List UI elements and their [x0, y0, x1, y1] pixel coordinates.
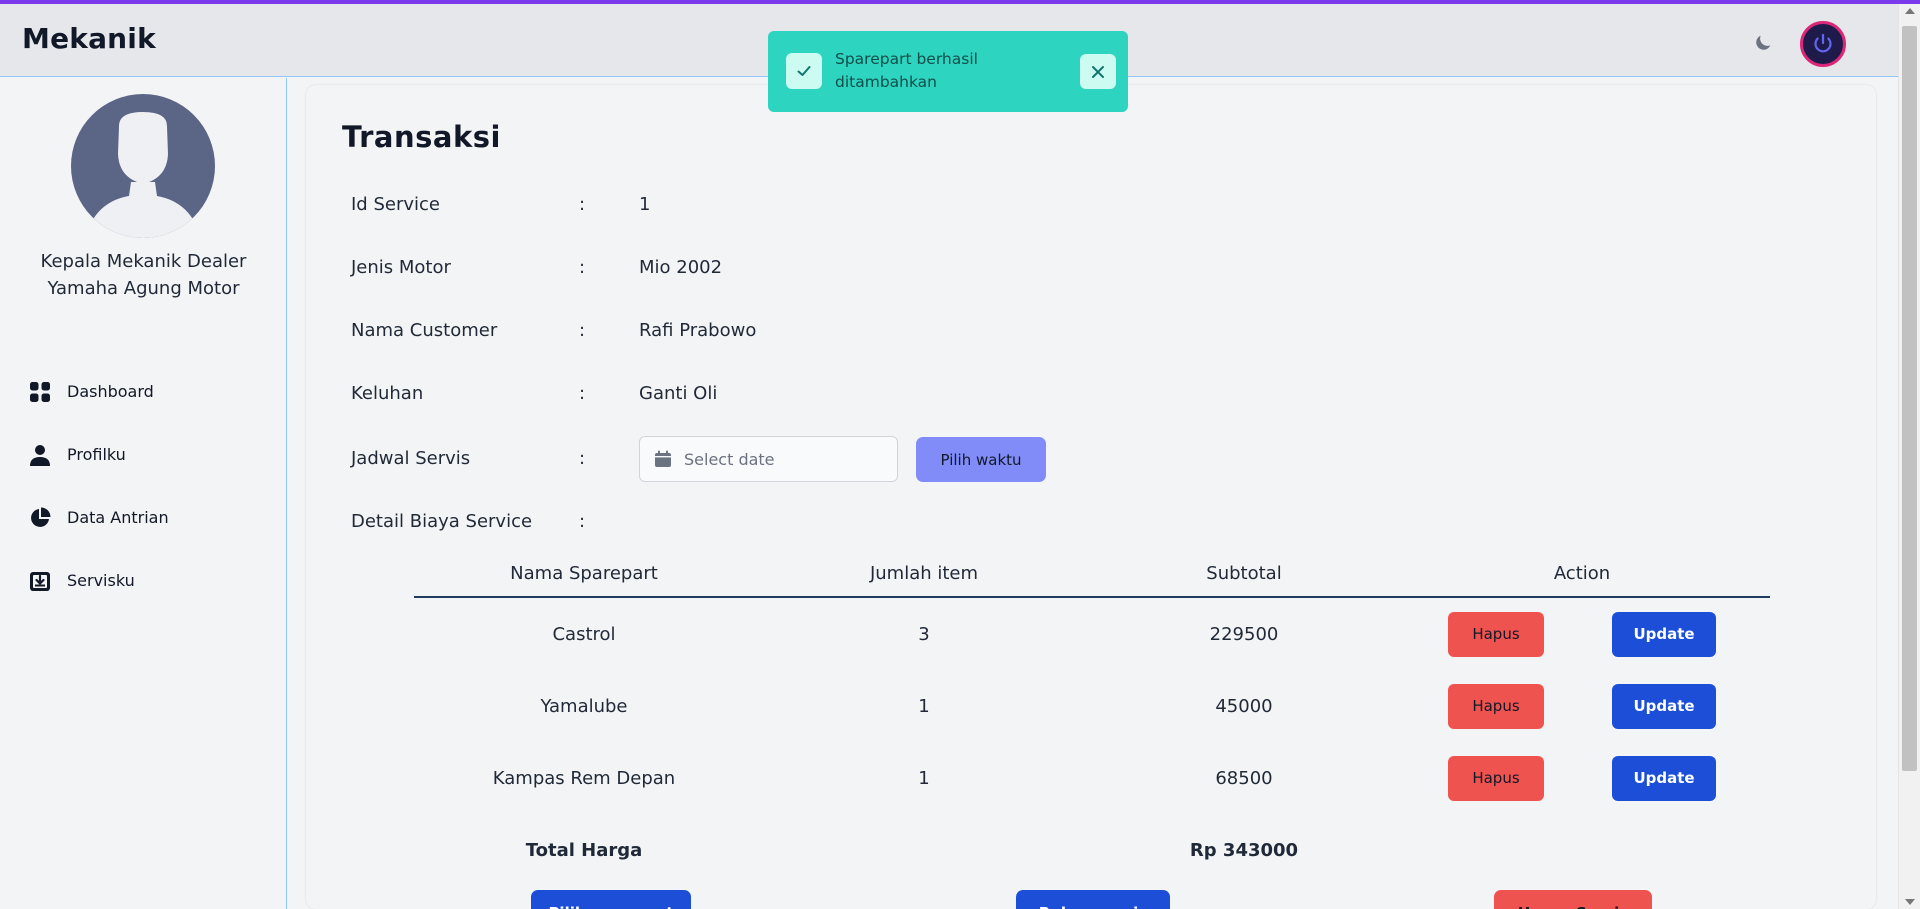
calendar-icon: [655, 450, 671, 467]
update-button[interactable]: Update: [1612, 611, 1716, 657]
field-value-keluhan: Ganti Oli: [639, 383, 718, 404]
transaction-card: Transaksi Id Service : 1 Jenis Motor : M…: [306, 85, 1876, 909]
sparepart-subtotal: 68500: [1215, 767, 1273, 789]
sparepart-qty: 1: [918, 695, 930, 717]
field-colon: :: [579, 194, 586, 215]
field-colon: :: [579, 257, 586, 278]
page-title: Transaksi: [342, 120, 501, 154]
sidebar-nav: Dashboard Profilku Data Antrian Servisku: [0, 360, 287, 612]
pie-chart-icon: [28, 506, 52, 530]
field-label-detail-biaya: Detail Biaya Service: [351, 511, 533, 532]
sidebar: Kepala Mekanik Dealer Yamaha Agung Motor…: [0, 78, 287, 909]
toast-message: Sparepart berhasil ditambahkan: [835, 50, 978, 91]
field-label-keluhan: Keluhan: [351, 383, 424, 404]
table-row: Kampas Rem Depan 1 68500 Hapus Update: [414, 742, 1770, 814]
grid-icon: [28, 380, 52, 404]
download-box-icon: [28, 569, 52, 593]
sparepart-subtotal: 229500: [1209, 623, 1279, 645]
update-button[interactable]: Update: [1612, 683, 1716, 729]
date-input[interactable]: [684, 449, 884, 469]
avatar: [71, 94, 215, 238]
table-header: Nama Sparepart Jumlah item Subtotal Acti…: [414, 550, 1770, 598]
sidebar-item-label: Data Antrian: [67, 508, 169, 527]
row-actions: Hapus Update: [1394, 755, 1770, 801]
field-colon: :: [579, 511, 586, 532]
scrollbar-thumb[interactable]: [1902, 26, 1917, 771]
sparepart-qty: 3: [918, 623, 930, 645]
sparepart-name: Kampas Rem Depan: [492, 767, 676, 789]
column-header-nama-sparepart: Nama Sparepart: [510, 562, 658, 584]
user-icon: [28, 443, 52, 467]
field-label-nama-customer: Nama Customer: [351, 320, 498, 341]
field-value-id-service: 1: [639, 194, 651, 215]
field-colon: :: [579, 383, 586, 404]
moon-icon[interactable]: [1748, 28, 1778, 58]
sidebar-item-label: Servisku: [67, 571, 135, 590]
sidebar-item-data-antrian[interactable]: Data Antrian: [0, 486, 287, 549]
field-colon: :: [579, 448, 586, 469]
delete-button[interactable]: Hapus: [1448, 755, 1544, 801]
column-header-subtotal: Subtotal: [1206, 562, 1282, 584]
scroll-up-arrow-icon[interactable]: [1905, 8, 1915, 14]
field-label-id-service: Id Service: [351, 194, 440, 215]
delete-button[interactable]: Hapus: [1448, 611, 1544, 657]
sidebar-item-label: Profilku: [67, 445, 126, 464]
sidebar-item-label: Dashboard: [67, 382, 154, 401]
column-header-action: Action: [1553, 562, 1611, 584]
field-value-nama-customer: Rafi Prabowo: [639, 320, 757, 341]
sidebar-item-dashboard[interactable]: Dashboard: [0, 360, 287, 423]
table-row: Yamalube 1 45000 Hapus Update: [414, 670, 1770, 742]
sparepart-name: Castrol: [552, 623, 616, 645]
brand-title[interactable]: Mekanik: [22, 22, 156, 55]
column-header-jumlah-item: Jumlah item: [869, 562, 979, 584]
total-row: Total Harga Rp 343000: [414, 835, 1770, 865]
total-value: Rp 343000: [1189, 839, 1299, 861]
sidebar-item-servisku[interactable]: Servisku: [0, 549, 287, 612]
bukan-servis-button[interactable]: Bukan servis: [1016, 890, 1170, 909]
field-label-jenis-motor: Jenis Motor: [351, 257, 451, 278]
field-value-jenis-motor: Mio 2002: [639, 257, 723, 278]
check-icon: [786, 53, 822, 89]
sidebar-item-profilku[interactable]: Profilku: [0, 423, 287, 486]
service-date-field[interactable]: [639, 436, 898, 482]
field-colon: :: [579, 320, 586, 341]
scroll-down-arrow-icon[interactable]: [1905, 899, 1915, 905]
page-scrollbar[interactable]: [1898, 4, 1920, 909]
success-toast: Sparepart berhasil ditambahkan: [768, 31, 1128, 112]
pick-time-button[interactable]: Pilih waktu: [916, 437, 1046, 482]
sparepart-subtotal: 45000: [1215, 695, 1273, 717]
delete-button[interactable]: Hapus: [1448, 683, 1544, 729]
row-actions: Hapus Update: [1394, 611, 1770, 657]
table-row: Castrol 3 229500 Hapus Update: [414, 598, 1770, 670]
field-label-jadwal-servis: Jadwal Servis: [351, 448, 471, 469]
power-icon[interactable]: [1800, 21, 1846, 67]
total-label: Total Harga: [525, 839, 643, 861]
sparepart-qty: 1: [918, 767, 930, 789]
pilih-sparepart-button[interactable]: Pilih sparepart: [531, 890, 691, 909]
close-icon[interactable]: [1080, 54, 1116, 89]
profile-name: Kepala Mekanik Dealer Yamaha Agung Motor: [40, 251, 247, 299]
sparepart-table: Nama Sparepart Jumlah item Subtotal Acti…: [414, 550, 1770, 814]
sparepart-name: Yamalube: [540, 695, 628, 717]
row-actions: Hapus Update: [1394, 683, 1770, 729]
hapus-servis-button[interactable]: Hapus Servis: [1494, 890, 1652, 909]
update-button[interactable]: Update: [1612, 755, 1716, 801]
